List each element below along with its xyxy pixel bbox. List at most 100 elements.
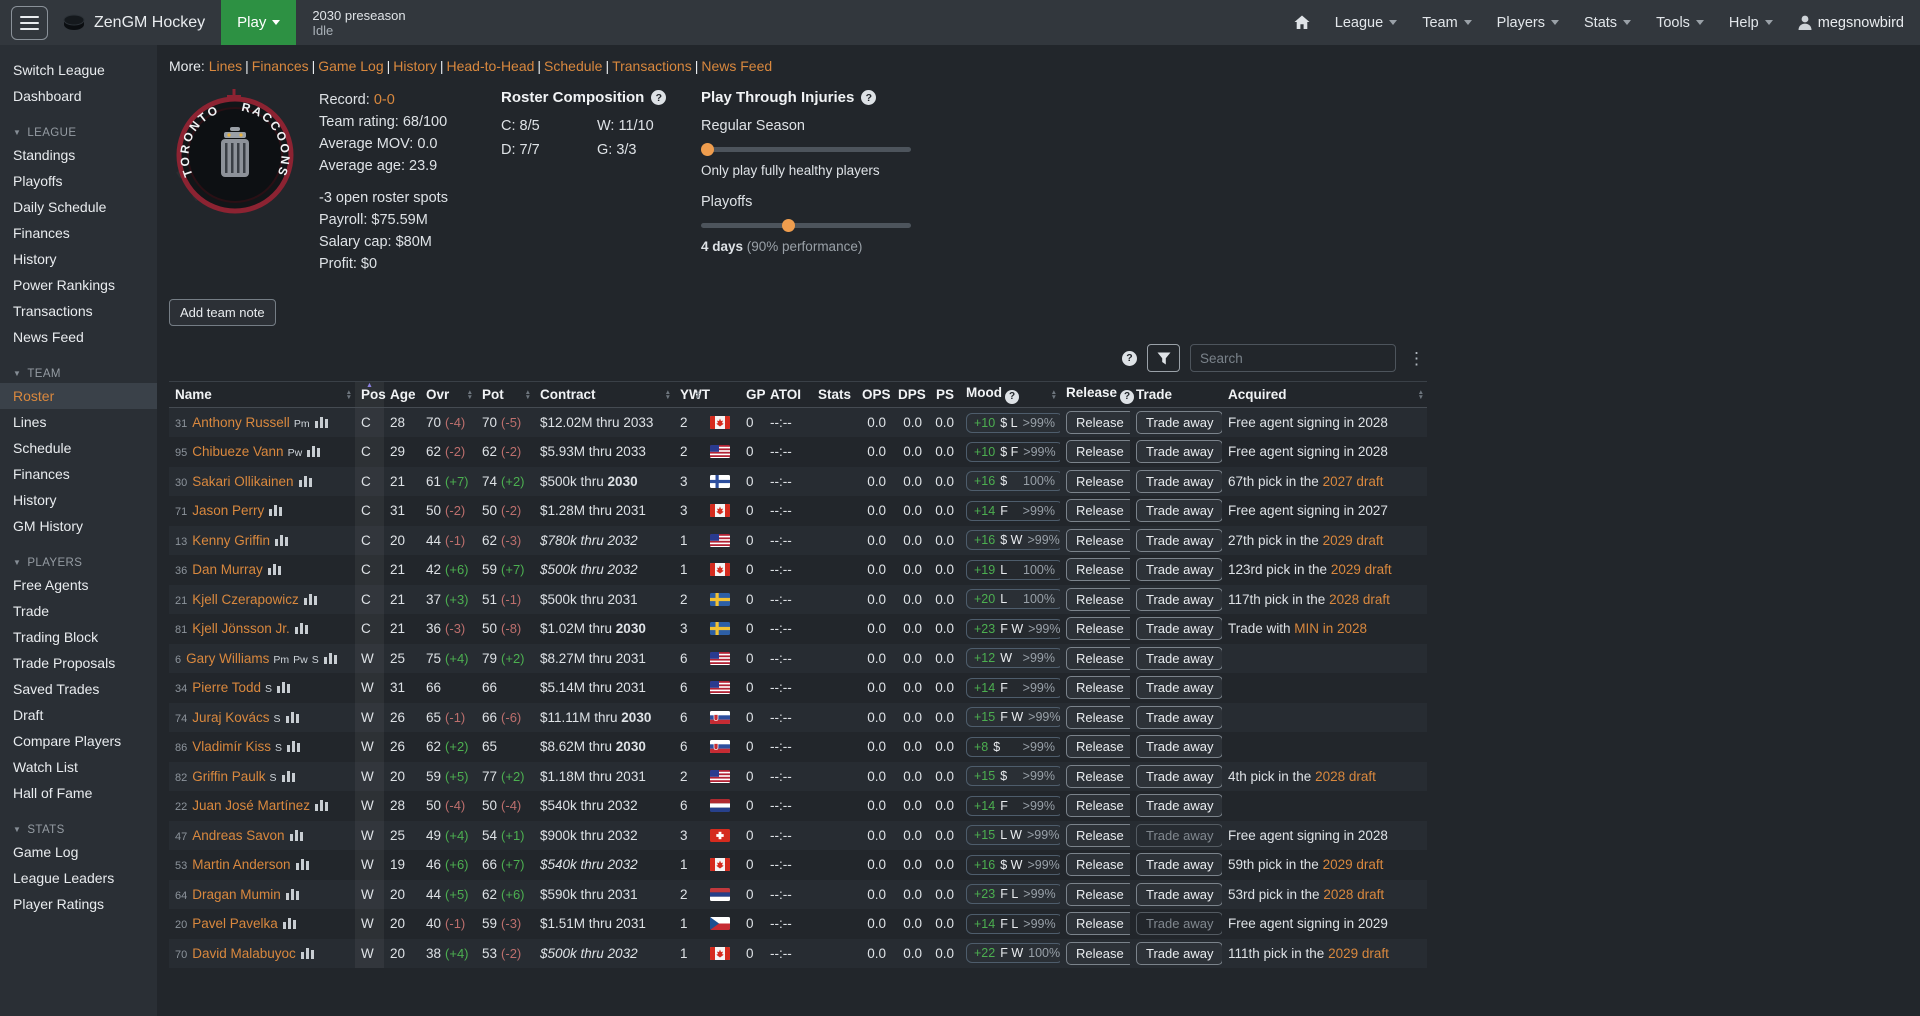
search-input[interactable] <box>1190 344 1396 372</box>
mood-badge[interactable]: +15$>99% <box>966 766 1060 786</box>
release-button[interactable]: Release <box>1066 883 1130 906</box>
column-header-contract[interactable]: Contract▲▼ <box>534 382 674 408</box>
player-name-link[interactable]: Chibueze Vann <box>192 444 283 459</box>
player-stats-chart-icon[interactable] <box>269 504 282 516</box>
regular-season-slider[interactable] <box>701 143 911 156</box>
sidebar-item-daily-schedule[interactable]: Daily Schedule <box>0 194 157 220</box>
release-button[interactable]: Release <box>1066 647 1130 670</box>
mood-badge[interactable]: +15L W>99% <box>966 825 1060 845</box>
add-team-note-button[interactable]: Add team note <box>169 299 276 326</box>
more-link-lines[interactable]: Lines <box>209 58 242 74</box>
sidebar-item-history-2[interactable]: History <box>0 487 157 513</box>
player-stats-chart-icon[interactable] <box>287 740 300 752</box>
player-name-link[interactable]: Juan José Martínez <box>192 798 310 813</box>
slider-thumb[interactable] <box>701 143 714 156</box>
sidebar-section-league[interactable]: ▼LEAGUE <box>0 122 157 142</box>
sidebar-item-compare-players[interactable]: Compare Players <box>0 728 157 754</box>
acquired-link[interactable]: MIN in 2028 <box>1294 621 1367 636</box>
column-header-trade[interactable]: Trade <box>1130 382 1222 408</box>
trade-away-button[interactable]: Trade away <box>1136 853 1222 876</box>
release-button[interactable]: Release <box>1066 529 1130 552</box>
trade-away-button[interactable]: Trade away <box>1136 440 1222 463</box>
column-header-ywt[interactable]: YWT▲▼ <box>674 382 704 408</box>
sidebar-section-players[interactable]: ▼PLAYERS <box>0 552 157 572</box>
trade-away-button[interactable]: Trade away <box>1136 558 1222 581</box>
player-name-link[interactable]: David Malabuyoc <box>192 946 296 961</box>
release-button[interactable]: Release <box>1066 735 1130 758</box>
sidebar-item-finances-2[interactable]: Finances <box>0 461 157 487</box>
mood-badge[interactable]: +16$100% <box>966 471 1060 491</box>
player-stats-chart-icon[interactable] <box>296 858 309 870</box>
player-name-link[interactable]: Pierre Todd <box>192 680 261 695</box>
table-help-icon[interactable]: ? <box>1122 351 1137 366</box>
release-button[interactable]: Release <box>1066 470 1130 493</box>
mood-badge[interactable]: +16$ W>99% <box>966 855 1060 875</box>
player-name-link[interactable]: Martin Anderson <box>192 857 290 872</box>
sidebar-item-league-leaders[interactable]: League Leaders <box>0 865 157 891</box>
sidebar-item-saved-trades[interactable]: Saved Trades <box>0 676 157 702</box>
column-header-release[interactable]: Release? <box>1060 382 1130 408</box>
player-name-link[interactable]: Pavel Pavelka <box>192 916 278 931</box>
player-name-link[interactable]: Andreas Savon <box>192 828 284 843</box>
help-icon[interactable]: ? <box>651 90 666 105</box>
filter-button[interactable] <box>1147 344 1180 372</box>
player-name-link[interactable]: Kjell Jönsson Jr. <box>192 621 290 636</box>
trade-away-button[interactable]: Trade away <box>1136 706 1222 729</box>
acquired-link[interactable]: 2029 draft <box>1323 533 1384 548</box>
player-stats-chart-icon[interactable] <box>268 563 281 575</box>
release-button[interactable]: Release <box>1066 617 1130 640</box>
nav-menu-team[interactable]: Team <box>1422 15 1471 31</box>
sidebar-item-roster[interactable]: Roster <box>0 383 157 409</box>
trade-away-button[interactable]: Trade away <box>1136 942 1222 965</box>
player-name-link[interactable]: Kjell Czerapowicz <box>192 592 299 607</box>
trade-away-button[interactable]: Trade away <box>1136 588 1222 611</box>
mood-badge[interactable]: +12W>99% <box>966 648 1060 668</box>
player-name-link[interactable]: Griffin Paulk <box>192 769 265 784</box>
column-header-ops[interactable]: OPS <box>856 382 892 408</box>
column-header-mood[interactable]: Mood?▲▼ <box>960 382 1060 408</box>
menu-toggle-button[interactable] <box>11 6 48 40</box>
more-link-history[interactable]: History <box>393 58 437 74</box>
user-menu[interactable]: megsnowbird <box>1798 15 1904 31</box>
release-button[interactable]: Release <box>1066 676 1130 699</box>
sidebar-item-watch-list[interactable]: Watch List <box>0 754 157 780</box>
column-header-age[interactable]: Age <box>384 382 420 408</box>
sidebar-item-playoffs[interactable]: Playoffs <box>0 168 157 194</box>
player-stats-chart-icon[interactable] <box>286 888 299 900</box>
play-button[interactable]: Play <box>221 0 296 45</box>
mood-badge[interactable]: +19L100% <box>966 560 1060 580</box>
release-button[interactable]: Release <box>1066 942 1130 965</box>
player-stats-chart-icon[interactable] <box>290 829 303 841</box>
trade-away-button[interactable]: Trade away <box>1136 411 1222 434</box>
release-button[interactable]: Release <box>1066 588 1130 611</box>
sidebar-item-dashboard[interactable]: Dashboard <box>0 83 157 109</box>
sidebar-item-schedule[interactable]: Schedule <box>0 435 157 461</box>
release-button[interactable]: Release <box>1066 558 1130 581</box>
nav-menu-stats[interactable]: Stats <box>1584 15 1631 31</box>
playoffs-slider[interactable] <box>701 219 911 232</box>
player-stats-chart-icon[interactable] <box>283 917 296 929</box>
player-name-link[interactable]: Dan Murray <box>192 562 263 577</box>
sidebar-section-stats[interactable]: ▼STATS <box>0 819 157 839</box>
trade-away-button[interactable]: Trade away <box>1136 470 1222 493</box>
release-button[interactable]: Release <box>1066 853 1130 876</box>
player-stats-chart-icon[interactable] <box>286 711 299 723</box>
trade-away-button[interactable]: Trade away <box>1136 647 1222 670</box>
column-header-country[interactable] <box>704 382 740 408</box>
acquired-link[interactable]: 2028 draft <box>1315 769 1376 784</box>
sidebar-item-standings[interactable]: Standings <box>0 142 157 168</box>
sidebar-item-trade[interactable]: Trade <box>0 598 157 624</box>
more-link-game-log[interactable]: Game Log <box>318 58 383 74</box>
column-header-dps[interactable]: DPS <box>892 382 928 408</box>
more-link-transactions[interactable]: Transactions <box>612 58 692 74</box>
sidebar-item-hall-of-fame[interactable]: Hall of Fame <box>0 780 157 806</box>
mood-badge[interactable]: +10$ L>99% <box>966 413 1060 433</box>
player-name-link[interactable]: Jason Perry <box>192 503 264 518</box>
more-link-news-feed[interactable]: News Feed <box>701 58 772 74</box>
mood-badge[interactable]: +23F L>99% <box>966 884 1060 904</box>
player-stats-chart-icon[interactable] <box>295 622 308 634</box>
acquired-link[interactable]: 2027 draft <box>1323 474 1384 489</box>
player-stats-chart-icon[interactable] <box>307 445 320 457</box>
mood-badge[interactable]: +23F W>99% <box>966 619 1060 639</box>
column-header-pot[interactable]: Pot▲▼ <box>476 382 534 408</box>
